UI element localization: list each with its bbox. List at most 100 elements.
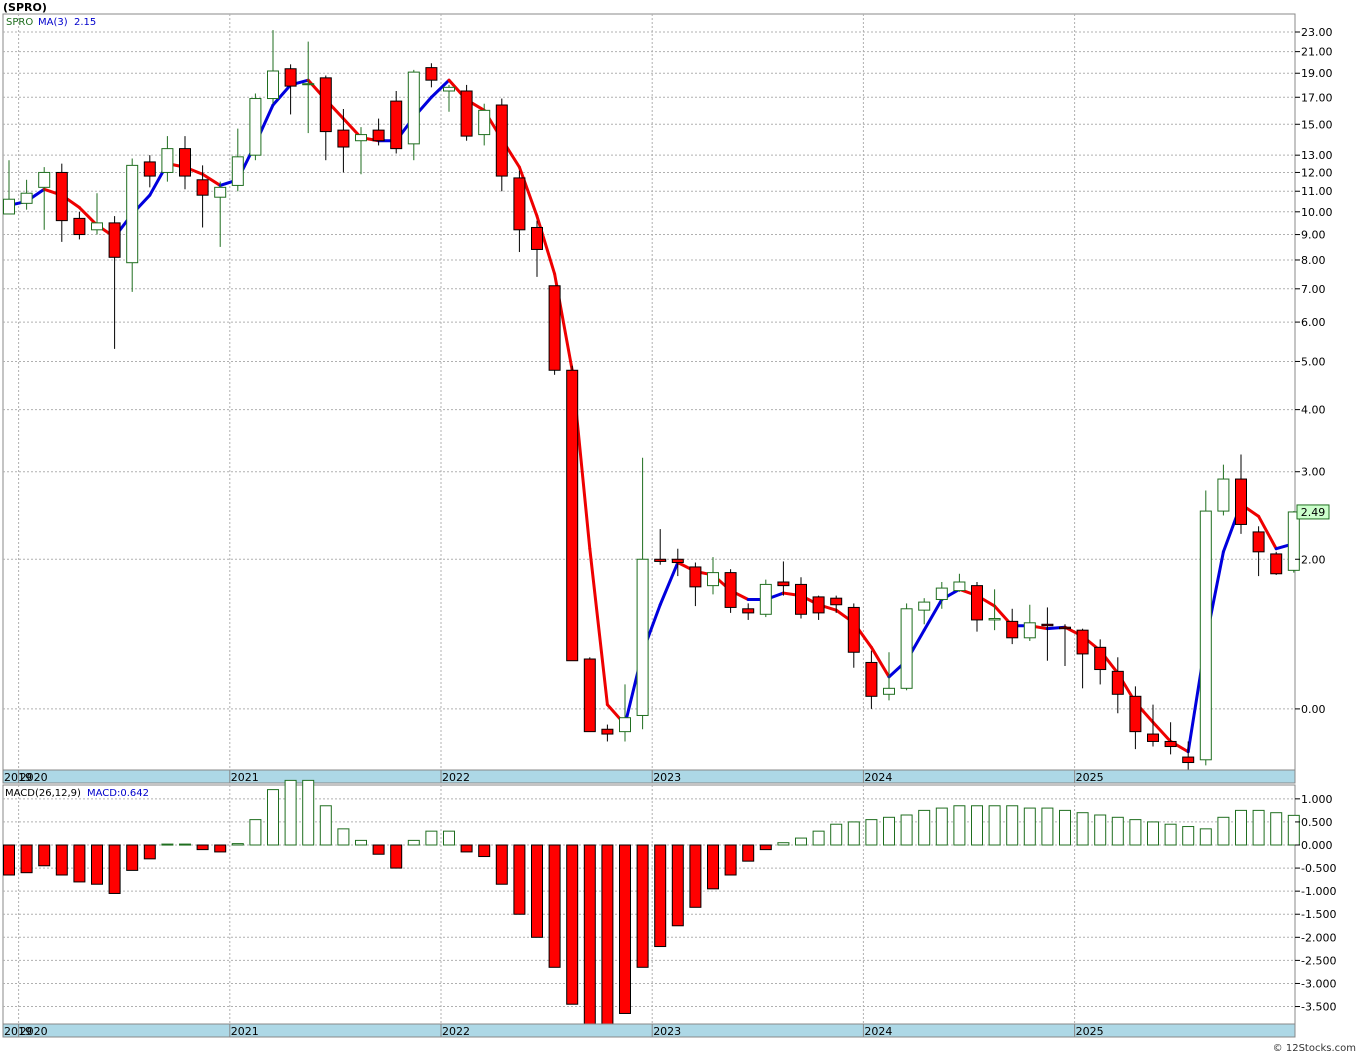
macd-bar <box>1199 828 1212 846</box>
price-panel: 23.00 21.00 19.00 17.00 15.00 13.00 12.00 11.00… <box>2 13 1333 784</box>
macd-year-label: 2023 <box>653 1025 681 1038</box>
candle-body <box>566 369 579 662</box>
candle-body <box>355 134 367 142</box>
macd-bar <box>267 789 279 846</box>
macd-legend-name: MACD(26,12,9) <box>5 788 81 799</box>
macd-tick-label: 1.000 <box>1301 793 1333 806</box>
candle-body <box>1199 510 1212 761</box>
price-tick-label: 6.00 <box>1301 316 1326 329</box>
candle-body <box>601 728 614 735</box>
candle-body <box>1252 531 1265 553</box>
macd-bar <box>1235 809 1247 846</box>
macd-bar <box>812 830 825 846</box>
candle <box>1270 551 1283 575</box>
candle <box>583 657 596 733</box>
candle-body <box>425 67 438 81</box>
macd-tick-label: 0.500 <box>1301 816 1333 829</box>
macd-bar <box>91 844 103 885</box>
price-tick-label: 3.00 <box>1301 466 1326 479</box>
candle-body <box>20 192 33 204</box>
candle-body <box>108 222 121 258</box>
candle-body <box>1164 740 1177 748</box>
candle-body <box>583 658 596 733</box>
candle <box>249 93 262 161</box>
macd-bar <box>55 844 68 876</box>
macd-bar <box>1287 814 1300 846</box>
candle-body <box>1059 626 1071 630</box>
macd-bar <box>1076 812 1089 846</box>
macd-bar <box>337 828 350 846</box>
price-tick-label: 23.00 <box>1301 26 1333 39</box>
candle-body <box>214 186 227 198</box>
candle-body <box>319 77 332 133</box>
price-tick-label: 7.00 <box>1301 283 1326 296</box>
candle-body <box>1076 629 1089 655</box>
price-tick-label: 9.00 <box>1301 229 1326 242</box>
candle <box>1199 490 1212 766</box>
price-tick-label: 8.00 <box>1301 254 1326 267</box>
candle-body <box>1041 623 1054 627</box>
macd-bar <box>284 779 297 846</box>
candle <box>548 285 561 375</box>
candle-body <box>513 177 526 231</box>
macd-bar <box>795 837 807 846</box>
price-tick-label: 5.00 <box>1301 355 1326 368</box>
macd-bar <box>566 844 579 1005</box>
candle-body <box>918 601 931 611</box>
candle-body <box>478 109 491 136</box>
macd-bar <box>20 844 33 874</box>
candle-body <box>548 285 561 371</box>
candle-body <box>196 179 209 196</box>
candle-body <box>883 687 895 695</box>
price-tick-label: 10.00 <box>1301 206 1333 219</box>
price-year-label: 2023 <box>653 771 681 784</box>
candle-body <box>689 566 702 588</box>
price-year-label: 2025 <box>1076 771 1104 784</box>
macd-bar <box>196 844 209 851</box>
candle-body <box>1182 756 1195 764</box>
macd-legend-value: MACD:0.642 <box>87 788 149 799</box>
macd-bar <box>231 843 244 846</box>
candle-body <box>1147 733 1159 742</box>
candle-body <box>267 70 279 100</box>
macd-tick-label: -3.500 <box>1301 1001 1336 1014</box>
candle-body <box>3 198 15 215</box>
candle-body <box>724 572 737 608</box>
macd-bar <box>1270 812 1283 846</box>
candle-body <box>847 606 860 653</box>
macd-tick-label: -2.500 <box>1301 954 1336 967</box>
candle-body <box>460 90 473 137</box>
macd-tick-label: -1.000 <box>1301 885 1336 898</box>
candle-body <box>812 596 825 614</box>
price-tick-label: 17.00 <box>1301 91 1333 104</box>
candle-body <box>795 583 807 615</box>
macd-bar <box>161 843 174 846</box>
price-tick-label: 2.00 <box>1301 553 1326 566</box>
candle-body <box>38 171 51 188</box>
macd-bar <box>883 816 895 846</box>
macd-bar <box>636 844 649 968</box>
macd-bar <box>953 805 966 846</box>
macd-year-label: 2020 <box>20 1025 48 1038</box>
candle-body <box>372 129 385 142</box>
macd-panel: 1.000 0.500 0.000 -0.500 -1.000 -1.500 -2.000 -… <box>2 779 1336 1038</box>
macd-bar <box>759 844 772 851</box>
price-tick-label: 4.00 <box>1301 404 1326 417</box>
price-year-label: 2022 <box>442 771 470 784</box>
macd-bar <box>548 844 561 968</box>
macd-bar <box>460 844 473 853</box>
candle-body <box>531 226 543 250</box>
candle-body <box>1129 695 1142 733</box>
candle-body <box>443 86 455 92</box>
macd-bar <box>1129 819 1142 846</box>
candle <box>724 569 737 613</box>
macd-bar <box>671 844 684 927</box>
candle-body <box>707 572 719 587</box>
macd-bar <box>513 844 526 915</box>
candle <box>1287 511 1300 573</box>
macd-bar <box>531 844 543 938</box>
macd-bar <box>443 830 455 846</box>
candle-body <box>284 68 297 87</box>
candle-body <box>671 558 684 564</box>
macd-bar <box>1023 807 1036 846</box>
